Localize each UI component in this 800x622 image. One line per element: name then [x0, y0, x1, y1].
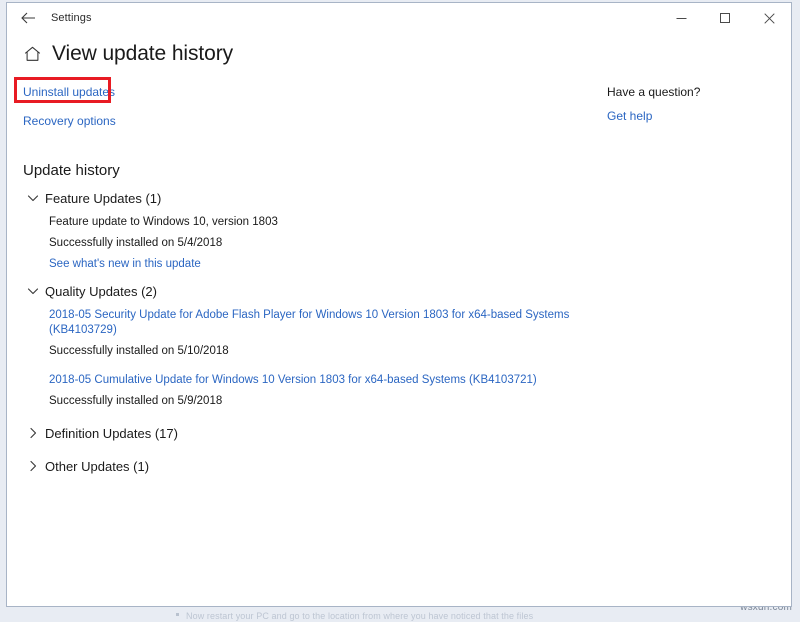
update-group: Other Updates (1) — [23, 457, 607, 475]
close-icon — [763, 12, 775, 24]
chevron-right-icon — [23, 457, 43, 475]
update-group-header[interactable]: Other Updates (1) — [23, 457, 607, 475]
update-group-label: Definition Updates (17) — [45, 425, 178, 441]
update-group-header[interactable]: Definition Updates (17) — [23, 424, 607, 442]
update-group: Definition Updates (17) — [23, 424, 607, 442]
chevron-right-icon — [23, 424, 43, 442]
update-entry: Feature update to Windows 10, version 18… — [49, 215, 607, 272]
update-name-link[interactable]: 2018-05 Cumulative Update for Windows 10… — [49, 373, 607, 388]
left-column: Uninstall updates Recovery options Updat… — [7, 77, 607, 475]
back-button[interactable] — [11, 5, 45, 31]
chevron-down-icon — [23, 282, 43, 300]
article-cut-off-text: Now restart your PC and go to the locati… — [186, 611, 534, 621]
update-status: Successfully installed on 5/9/2018 — [49, 395, 223, 407]
maximize-icon — [719, 12, 731, 24]
update-groups: Feature Updates (1) Feature update to Win… — [23, 189, 607, 475]
settings-content: View update history Uninstall updates Re… — [7, 41, 791, 475]
window-title: Settings — [51, 12, 92, 24]
update-name: Feature update to Windows 10, version 18… — [49, 216, 278, 228]
update-history-heading: Update history — [23, 162, 120, 179]
home-icon[interactable] — [19, 41, 45, 67]
update-group-label: Quality Updates (2) — [45, 283, 157, 299]
article-bullet-marker — [176, 613, 179, 616]
update-name-link[interactable]: 2018-05 Security Update for Adobe Flash … — [49, 308, 607, 338]
window-controls — [659, 3, 791, 33]
get-help-link[interactable]: Get help — [607, 109, 652, 123]
close-button[interactable] — [747, 3, 791, 33]
right-column: Have a question? Get help — [607, 83, 787, 475]
page-title: View update history — [52, 42, 233, 65]
maximize-button[interactable] — [703, 3, 747, 33]
recovery-options-row: Recovery options — [23, 112, 607, 130]
minimize-icon — [676, 13, 687, 24]
back-arrow-icon — [20, 12, 36, 24]
chevron-down-icon — [23, 189, 43, 207]
uninstall-updates-link[interactable]: Uninstall updates — [23, 85, 115, 99]
update-group: Quality Updates (2) 2018-05 Security Upda… — [23, 282, 607, 409]
update-group: Feature Updates (1) Feature update to Win… — [23, 189, 607, 272]
update-entry: 2018-05 Cumulative Update for Windows 10… — [49, 373, 607, 409]
have-question-heading: Have a question? — [607, 85, 701, 99]
update-group-header[interactable]: Feature Updates (1) — [23, 189, 607, 207]
update-status: Successfully installed on 5/10/2018 — [49, 345, 229, 357]
title-bar: Settings — [7, 3, 791, 33]
update-group-items: 2018-05 Security Update for Adobe Flash … — [49, 308, 607, 409]
update-sublink[interactable]: See what's new in this update — [49, 257, 201, 272]
update-status: Successfully installed on 5/4/2018 — [49, 237, 223, 249]
settings-window: Settings View update history Uninstall u… — [6, 2, 792, 607]
update-group-items: Feature update to Windows 10, version 18… — [49, 215, 607, 272]
minimize-button[interactable] — [659, 3, 703, 33]
update-group-header[interactable]: Quality Updates (2) — [23, 282, 607, 300]
update-entry: 2018-05 Security Update for Adobe Flash … — [49, 308, 607, 359]
uninstall-updates-wrapper: Uninstall updates — [14, 77, 115, 103]
body-columns: Uninstall updates Recovery options Updat… — [7, 77, 791, 475]
recovery-options-link[interactable]: Recovery options — [23, 114, 116, 128]
update-group-label: Feature Updates (1) — [45, 190, 162, 206]
update-group-label: Other Updates (1) — [45, 458, 150, 474]
action-links: Uninstall updates Recovery options — [14, 77, 607, 130]
page-header: View update history — [19, 41, 791, 67]
